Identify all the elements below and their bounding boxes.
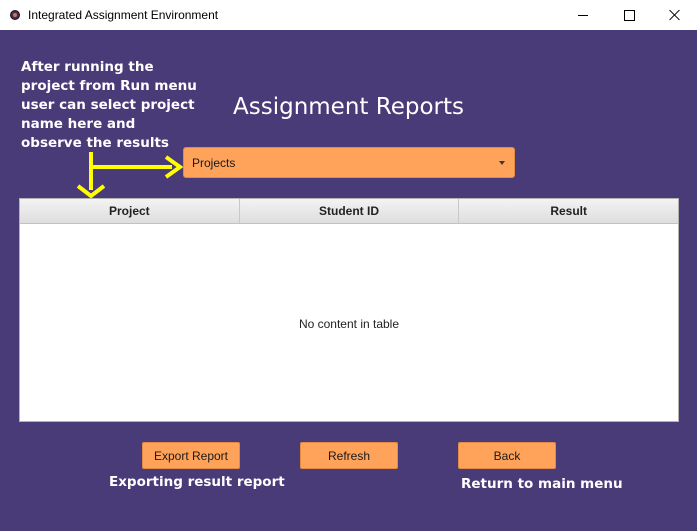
close-button[interactable]: [652, 0, 697, 30]
column-header-project[interactable]: Project: [20, 199, 240, 223]
column-header-student-id[interactable]: Student ID: [240, 199, 460, 223]
table-header: Project Student ID Result: [20, 199, 678, 224]
arrow-head-down: [76, 184, 106, 199]
results-table[interactable]: Project Student ID Result No content in …: [19, 198, 679, 422]
column-header-result[interactable]: Result: [459, 199, 678, 223]
page-title: Assignment Reports: [233, 94, 464, 120]
instruction-note-line: observe the results: [21, 135, 169, 151]
title-bar: Integrated Assignment Environment: [0, 0, 697, 30]
project-select[interactable]: Projects: [183, 147, 515, 178]
instruction-note-line: After running the: [21, 59, 154, 75]
arrow-head-right: [164, 155, 184, 179]
app-icon: [10, 10, 20, 20]
window-title: Integrated Assignment Environment: [28, 8, 219, 22]
export-report-button[interactable]: Export Report: [142, 442, 240, 469]
empty-table-message: No content in table: [298, 317, 400, 331]
project-select-value: Projects: [192, 156, 236, 170]
chevron-down-icon: [499, 161, 505, 165]
close-icon: [669, 9, 681, 21]
back-note: Return to main menu: [461, 476, 623, 492]
export-note: Exporting result report: [109, 474, 285, 490]
maximize-icon: [623, 9, 635, 21]
minimize-button[interactable]: [560, 0, 606, 30]
refresh-button[interactable]: Refresh: [300, 442, 398, 469]
main-content: After running the project from Run menu …: [0, 30, 697, 531]
maximize-button[interactable]: [606, 0, 652, 30]
back-button[interactable]: Back: [458, 442, 556, 469]
minimize-icon: [578, 14, 588, 16]
